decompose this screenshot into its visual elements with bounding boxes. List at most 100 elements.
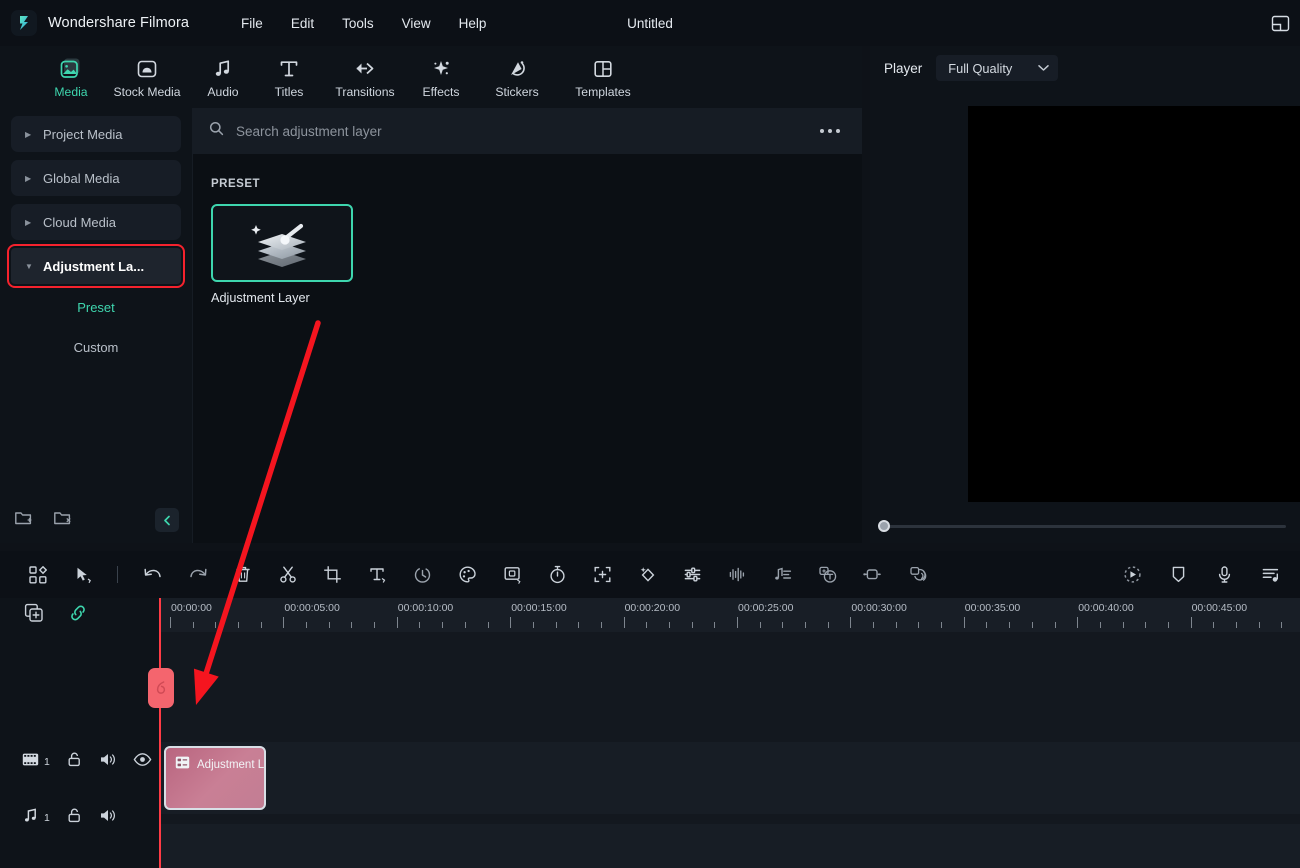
tab-stock-media[interactable]: Stock Media (104, 54, 190, 101)
player-header: Player Full Quality (870, 46, 1300, 90)
redo-icon[interactable] (184, 561, 211, 588)
search-bar: Search adjustment layer (193, 108, 862, 154)
marker-icon[interactable] (1165, 561, 1192, 588)
preset-card-adjustment-layer[interactable]: Adjustment Layer (211, 204, 353, 305)
ruler-minor-tick (1031, 622, 1033, 628)
audio-mixer-icon[interactable] (1257, 561, 1284, 588)
speech-to-text-icon[interactable] (814, 561, 841, 588)
sidebar-collapse-button[interactable] (155, 508, 179, 532)
speed-icon[interactable] (409, 561, 436, 588)
menu-tools[interactable]: Tools (328, 11, 388, 36)
app-name: Wondershare Filmora (48, 15, 190, 31)
audio-track-lane[interactable] (160, 824, 1300, 868)
auto-reframe-icon[interactable] (589, 561, 616, 588)
media-sidebar: ▶ Project Media ▶ Global Media ▶ Cloud M… (0, 108, 193, 543)
stickers-icon (506, 56, 528, 80)
tab-templates[interactable]: Templates (560, 54, 646, 101)
silence-detect-icon[interactable] (859, 561, 886, 588)
sidebar-item-cloud-media[interactable]: ▶ Cloud Media (11, 204, 181, 240)
unlock-icon[interactable] (66, 751, 83, 773)
ruler-time-label: 00:00:40:00 (1078, 602, 1134, 614)
title-bar: Wondershare Filmora File Edit Tools View… (0, 0, 1300, 46)
delete-trash-icon[interactable] (229, 561, 256, 588)
sidebar-item-project-media[interactable]: ▶ Project Media (11, 116, 181, 152)
add-text-icon[interactable] (364, 561, 391, 588)
adjust-sliders-icon[interactable] (679, 561, 706, 588)
sidebar-subitem-custom[interactable]: Custom (0, 330, 192, 364)
tab-effects[interactable]: Effects (408, 54, 474, 101)
transitions-arrow-icon (353, 56, 377, 80)
add-media-icon[interactable] (24, 603, 44, 628)
playhead-line[interactable] (159, 598, 161, 868)
ruler-time-label: 00:00:35:00 (964, 602, 1021, 614)
ruler-major-tick (283, 617, 285, 628)
ruler-minor-tick (487, 622, 489, 628)
ruler-major-tick (623, 617, 625, 628)
tab-stickers[interactable]: Stickers (474, 54, 560, 101)
search-icon (209, 121, 224, 141)
undo-icon[interactable] (139, 561, 166, 588)
preset-card-label: Adjustment Layer (211, 291, 310, 305)
split-scissors-icon[interactable] (274, 561, 301, 588)
filmora-window: Wondershare Filmora File Edit Tools View… (0, 0, 1300, 868)
ruler-minor-tick (600, 622, 602, 628)
sidebar-item-label: Cloud Media (43, 214, 116, 230)
folder-add-icon[interactable] (14, 509, 33, 532)
effects-wand-icon (430, 56, 452, 80)
timeline-tracks[interactable]: Adjustment La... (160, 632, 1300, 868)
templates-grid-icon (592, 56, 614, 80)
chevron-down-icon: ▼ (25, 261, 33, 271)
color-palette-icon[interactable] (454, 561, 481, 588)
picture-in-picture-icon[interactable] (499, 561, 526, 588)
timeline-clip-adjustment-layer[interactable]: Adjustment La... (164, 746, 266, 810)
unlock-icon[interactable] (66, 807, 83, 829)
keyframe-icon[interactable] (634, 561, 661, 588)
select-pointer-icon[interactable] (69, 561, 96, 588)
quality-select[interactable]: Full Quality (936, 55, 1059, 81)
preset-section-label: PRESET (211, 178, 261, 190)
menu-view[interactable]: View (388, 11, 445, 36)
link-icon[interactable] (68, 603, 88, 628)
timeline-ruler[interactable]: 00:00:00 00:00:05:00 00:00:10:00 00:00:15:0… (160, 598, 1300, 632)
sidebar-item-global-media[interactable]: ▶ Global Media (11, 160, 181, 196)
audio-waveform-icon[interactable] (724, 561, 751, 588)
audio-sync-icon[interactable] (769, 561, 796, 588)
tab-audio[interactable]: Audio (190, 54, 256, 101)
ruler-minor-tick (782, 622, 784, 628)
sidebar-item-adjustment-layer[interactable]: ▼ Adjustment La... (7, 244, 185, 288)
tab-transitions[interactable]: Transitions (322, 54, 408, 101)
playhead-handle[interactable] (148, 668, 174, 708)
sidebar-item-label: Global Media (43, 170, 120, 186)
ai-audio-icon[interactable] (904, 561, 931, 588)
video-preview-canvas[interactable] (968, 106, 1300, 502)
search-input[interactable]: Search adjustment layer (209, 121, 846, 141)
sidebar-subitem-preset[interactable]: Preset (0, 290, 192, 324)
ruler-minor-tick (351, 622, 353, 628)
grid-view-icon[interactable] (24, 561, 51, 588)
timeline-header-tools (0, 598, 160, 632)
ruler-minor-tick (238, 622, 240, 628)
menu-help[interactable]: Help (445, 11, 501, 36)
playback-scrubber-handle[interactable] (878, 520, 890, 532)
video-track-lane[interactable]: Adjustment La... (160, 742, 1300, 814)
render-preview-icon[interactable] (1119, 561, 1146, 588)
ruler-minor-tick (260, 622, 262, 628)
menu-edit[interactable]: Edit (277, 11, 328, 36)
ruler-major-tick (170, 617, 171, 628)
speaker-icon[interactable] (99, 807, 117, 829)
speaker-icon[interactable] (99, 751, 117, 773)
menu-file[interactable]: File (227, 11, 277, 36)
timer-icon[interactable] (544, 561, 571, 588)
crop-icon[interactable] (319, 561, 346, 588)
tab-media[interactable]: Media (38, 54, 104, 101)
ruler-minor-tick (419, 622, 421, 628)
sidebar-item-label: Adjustment La... (43, 258, 145, 274)
eye-visible-icon[interactable] (133, 752, 152, 772)
record-voiceover-icon[interactable] (1211, 561, 1238, 588)
more-dots-icon[interactable] (820, 129, 840, 133)
playback-scrubber[interactable] (878, 520, 1286, 532)
tab-titles[interactable]: Titles (256, 54, 322, 101)
panel-layout-icon[interactable] (1266, 11, 1294, 35)
folder-delete-icon[interactable] (53, 509, 72, 532)
document-title: Untitled (627, 15, 673, 31)
